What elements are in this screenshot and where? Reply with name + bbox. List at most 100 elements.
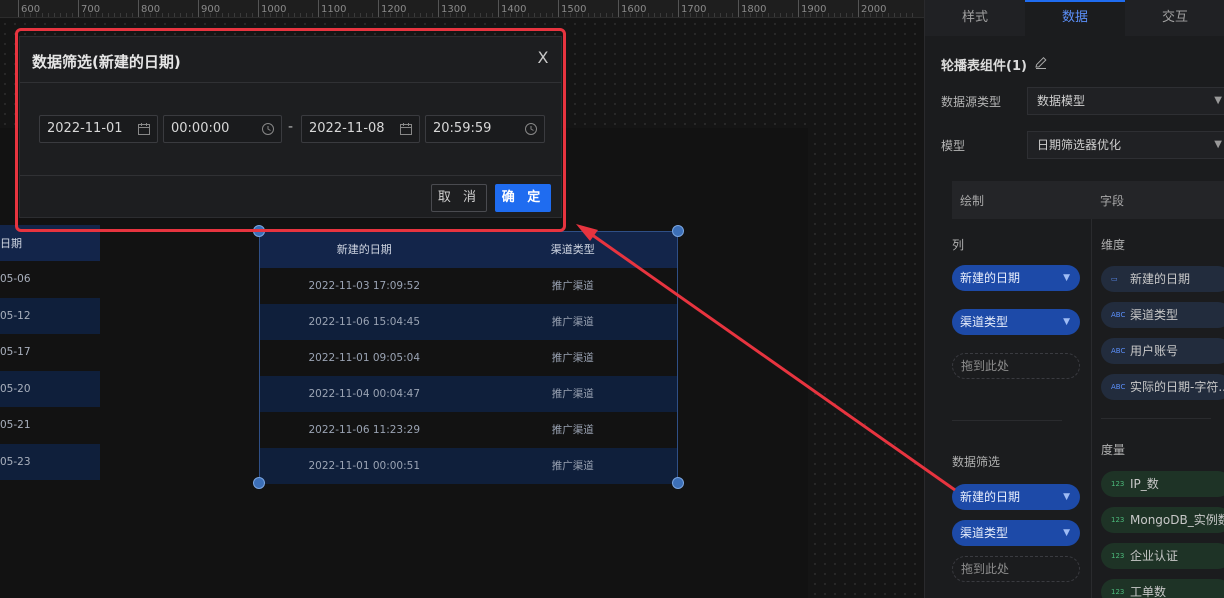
ruler-tick bbox=[138, 0, 139, 17]
ruler-minor-tick bbox=[312, 13, 313, 17]
cancel-button[interactable]: 取 消 bbox=[431, 184, 487, 212]
ruler-minor-tick bbox=[24, 13, 25, 17]
ruler-minor-tick bbox=[162, 13, 163, 17]
dimension-field[interactable]: ABC 实际的日期-字符.. bbox=[1101, 374, 1224, 400]
column-drop-zone[interactable]: 拖到此处 bbox=[952, 353, 1080, 379]
caret-down-icon: ▼ bbox=[1063, 273, 1070, 283]
ruler-minor-tick bbox=[432, 13, 433, 17]
table-cell: 推广渠道 bbox=[551, 316, 594, 328]
ruler-minor-tick bbox=[480, 13, 481, 17]
ruler-tick bbox=[558, 0, 559, 17]
ruler-minor-tick bbox=[48, 13, 49, 17]
carousel-table-widget[interactable]: 新建的日期 渠道类型 2022-11-03 17:09:52 推广渠道 2022… bbox=[259, 231, 678, 484]
ruler-minor-tick bbox=[564, 13, 565, 17]
ruler-minor-tick bbox=[264, 13, 265, 17]
ruler-minor-tick bbox=[792, 13, 793, 17]
ruler-minor-tick bbox=[666, 13, 667, 17]
measure-field[interactable]: 123 工单数 bbox=[1101, 579, 1224, 598]
ruler-minor-tick bbox=[864, 13, 865, 17]
ruler-minor-tick bbox=[96, 13, 97, 17]
ruler-minor-tick bbox=[462, 13, 463, 17]
ruler-minor-tick bbox=[408, 13, 409, 17]
ruler-minor-tick bbox=[690, 13, 691, 17]
filter-drop-zone[interactable]: 拖到此处 bbox=[952, 556, 1080, 582]
ruler-minor-tick bbox=[804, 13, 805, 17]
model-select[interactable]: 日期筛选器优化 ▼ bbox=[1027, 131, 1224, 159]
table-cell: 2022-11-06 15:04:45 bbox=[308, 316, 421, 328]
table-cell: 2022-11-04 00:04:47 bbox=[308, 388, 421, 400]
column-chip-channel-type[interactable]: 渠道类型 ▼ bbox=[952, 309, 1080, 335]
measure-field[interactable]: 123 MongoDB_实例数 bbox=[1101, 507, 1224, 533]
ruler-minor-tick bbox=[246, 13, 247, 17]
ruler-minor-tick bbox=[84, 13, 85, 17]
ruler-minor-tick bbox=[888, 13, 889, 17]
dimension-field[interactable]: ABC 渠道类型 bbox=[1101, 302, 1224, 328]
ruler-minor-tick bbox=[912, 13, 913, 17]
field-label: 实际的日期-字符.. bbox=[1130, 380, 1224, 394]
resize-handle-top-right[interactable] bbox=[672, 225, 684, 237]
close-icon[interactable]: X bbox=[533, 48, 553, 68]
table-cell: 推广渠道 bbox=[551, 460, 594, 472]
caret-down-icon: ▼ bbox=[1063, 317, 1070, 327]
table-cell: 推广渠道 bbox=[551, 280, 594, 292]
ruler-minor-tick bbox=[720, 13, 721, 17]
column-chip-created-date[interactable]: 新建的日期 ▼ bbox=[952, 265, 1080, 291]
confirm-button[interactable]: 确 定 bbox=[495, 184, 551, 212]
edit-icon[interactable] bbox=[1034, 56, 1048, 70]
tab-data[interactable]: 数据 bbox=[1025, 0, 1125, 36]
start-time-value: 00:00:00 bbox=[171, 121, 230, 136]
subtab-fields[interactable]: 字段 bbox=[1100, 192, 1124, 209]
number-type-icon: 123 bbox=[1111, 588, 1125, 596]
panel-tabs: 样式 数据 交互 bbox=[925, 0, 1224, 36]
ruler-minor-tick bbox=[324, 13, 325, 17]
table-row: 2022-11-06 15:04:45 推广渠道 bbox=[260, 304, 677, 340]
resize-handle-bottom-right[interactable] bbox=[672, 477, 684, 489]
end-date-input[interactable]: 2022-11-08 bbox=[301, 115, 420, 143]
ruler-minor-tick bbox=[216, 13, 217, 17]
filter-chip-created-date[interactable]: 新建的日期 ▼ bbox=[952, 484, 1080, 510]
field-label: 渠道类型 bbox=[1130, 308, 1179, 322]
table-cell: 推广渠道 bbox=[551, 388, 594, 400]
horizontal-ruler: 600 700 800 900 1000 1100 1200 1300 1400 1500 1600… bbox=[0, 0, 924, 18]
ruler-minor-tick bbox=[744, 13, 745, 17]
ruler-minor-tick bbox=[252, 13, 253, 17]
ruler-minor-tick bbox=[636, 13, 637, 17]
ruler-minor-tick bbox=[54, 13, 55, 17]
subtab-draw[interactable]: 绘制 bbox=[960, 192, 984, 209]
ruler-minor-tick bbox=[732, 13, 733, 17]
divider bbox=[1091, 219, 1092, 598]
ruler-minor-tick bbox=[882, 13, 883, 17]
table-row: 2022-11-03 17:09:52 推广渠道 bbox=[260, 268, 677, 304]
left-table-widget[interactable]: 日期 05-06 05-12 05-17 05-20 05-21 05-23 bbox=[0, 225, 100, 480]
ruler-minor-tick bbox=[504, 13, 505, 17]
ruler-tick bbox=[318, 0, 319, 17]
ruler-minor-tick bbox=[150, 13, 151, 17]
ruler-minor-tick bbox=[696, 13, 697, 17]
measure-field[interactable]: 123 IP_数 bbox=[1101, 471, 1224, 497]
resize-handle-top-left[interactable] bbox=[253, 225, 265, 237]
ruler-minor-tick bbox=[168, 13, 169, 17]
chip-label: 渠道类型 bbox=[960, 526, 1009, 540]
ruler-minor-tick bbox=[576, 13, 577, 17]
ruler-minor-tick bbox=[360, 13, 361, 17]
ruler-tick bbox=[258, 0, 259, 17]
end-time-input[interactable]: 20:59:59 bbox=[425, 115, 545, 143]
source-type-label: 数据源类型 bbox=[941, 95, 1002, 109]
ruler-minor-tick bbox=[72, 13, 73, 17]
tab-interaction[interactable]: 交互 bbox=[1125, 0, 1224, 36]
column-header: 新建的日期 bbox=[336, 243, 392, 256]
measure-field[interactable]: 123 企业认证 bbox=[1101, 543, 1224, 569]
resize-handle-bottom-left[interactable] bbox=[253, 477, 265, 489]
ruler-minor-tick bbox=[60, 13, 61, 17]
start-date-input[interactable]: 2022-11-01 bbox=[39, 115, 158, 143]
ruler-minor-tick bbox=[552, 13, 553, 17]
tab-style[interactable]: 样式 bbox=[925, 0, 1025, 36]
field-label: MongoDB_实例数 bbox=[1130, 513, 1224, 527]
source-type-select[interactable]: 数据模型 ▼ bbox=[1027, 87, 1224, 115]
end-date-value: 2022-11-08 bbox=[309, 121, 385, 136]
dimension-field[interactable]: ABC 用户账号 bbox=[1101, 338, 1224, 364]
ruler-minor-tick bbox=[834, 13, 835, 17]
dimension-field[interactable]: ▭ 新建的日期 bbox=[1101, 266, 1224, 292]
start-time-input[interactable]: 00:00:00 bbox=[163, 115, 282, 143]
filter-chip-channel-type[interactable]: 渠道类型 ▼ bbox=[952, 520, 1080, 546]
